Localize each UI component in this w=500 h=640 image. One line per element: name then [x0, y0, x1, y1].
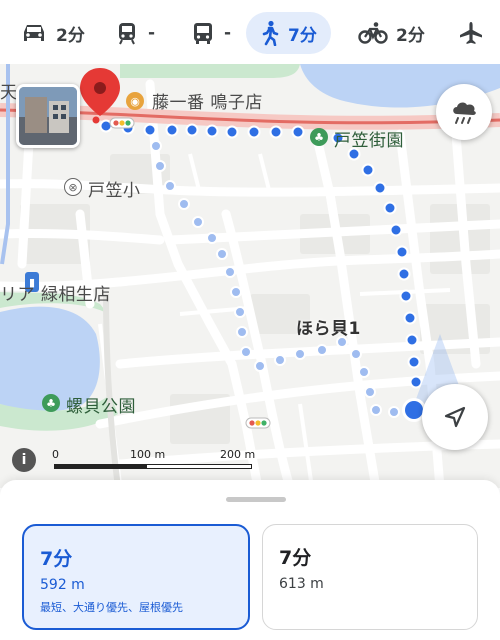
plane-icon: [460, 22, 482, 44]
mode-walk[interactable]: 7分: [246, 12, 331, 54]
park-poi-icon[interactable]: ♣: [310, 128, 328, 146]
recenter-button[interactable]: [422, 384, 488, 450]
mode-train-label: -: [148, 23, 156, 43]
map-label-park-street[interactable]: 戸笠街園: [334, 126, 404, 151]
navigation-arrow-icon: [444, 406, 466, 428]
mode-walk-label: 7分: [288, 25, 317, 46]
mode-bicycle[interactable]: 2分: [348, 12, 435, 54]
map-scale-bar: 0 100 m 200 m: [52, 448, 262, 476]
route-option-card[interactable]: 7分 613 m: [262, 524, 478, 630]
map-label-edge: 天: [0, 83, 18, 103]
scale-label-max: 200 m: [220, 448, 256, 461]
current-location-dot: [405, 401, 423, 419]
rain-cloud-icon: [453, 102, 476, 124]
scale-label-mid: 100 m: [130, 448, 166, 461]
info-icon-label: i: [21, 452, 27, 468]
route-options-sheet: 7分 592 m 最短、大通り優先、屋根優先 7分 613 m: [0, 480, 500, 640]
transport-mode-bar: 2分 - - 7分 2分: [0, 0, 500, 64]
route-distance-alt: 613 m: [279, 576, 324, 592]
car-icon: [24, 25, 44, 41]
park-top: [120, 64, 300, 78]
scale-label-zero: 0: [52, 448, 59, 461]
mode-bus-label: -: [224, 23, 232, 43]
route-time: 7分: [40, 548, 73, 570]
bicycle-icon: [358, 22, 388, 44]
mode-bicycle-label: 2分: [396, 25, 425, 46]
train-icon: [119, 23, 135, 45]
mode-car-label: 2分: [56, 25, 85, 46]
map-label-store[interactable]: リア 緑相生店: [0, 280, 111, 305]
route-time-alt: 7分: [279, 547, 312, 569]
mode-plane[interactable]: [448, 12, 500, 54]
restaurant-poi-icon[interactable]: ◉: [126, 92, 144, 110]
route-distance: 592 m: [40, 577, 85, 593]
map-label-park-horagai[interactable]: 螺貝公園: [66, 392, 136, 417]
scale-bar: [54, 464, 252, 469]
sheet-drag-handle[interactable]: [226, 497, 286, 502]
mode-car[interactable]: 2分: [10, 12, 95, 54]
route-option-card-selected[interactable]: 7分 592 m 最短、大通り優先、屋根優先: [22, 524, 250, 630]
street-view-image-icon: [19, 87, 77, 145]
map-view[interactable]: 天 ◉ 藤一番 鳴子店 ♣ 戸笠街園 ⊗ 戸笠小 ▮ リア 緑相生店 ほら貝1 …: [0, 64, 500, 488]
street-view-thumbnail[interactable]: [16, 84, 80, 148]
mode-bus[interactable]: -: [180, 12, 241, 54]
bus-icon: [194, 23, 212, 44]
map-label-school[interactable]: 戸笠小: [88, 176, 141, 201]
park-horagai-poi-icon[interactable]: ♣: [42, 394, 60, 412]
mode-train[interactable]: -: [104, 12, 165, 54]
map-label-area: ほら貝1: [296, 319, 361, 339]
map-label-restaurant[interactable]: 藤一番 鳴子店: [152, 88, 263, 113]
maps-directions-screen: 2分 - - 7分 2分 天 ◉ 藤一番 鳴子店 ♣ 戸笠街園 ⊗ 戸笠小 ▮ …: [0, 0, 500, 640]
walk-icon: [262, 20, 279, 46]
route-note: 最短、大通り優先、屋根優先: [40, 601, 183, 614]
school-poi-icon[interactable]: ⊗: [64, 178, 82, 196]
info-icon[interactable]: i: [12, 448, 36, 472]
weather-button[interactable]: [436, 84, 492, 140]
